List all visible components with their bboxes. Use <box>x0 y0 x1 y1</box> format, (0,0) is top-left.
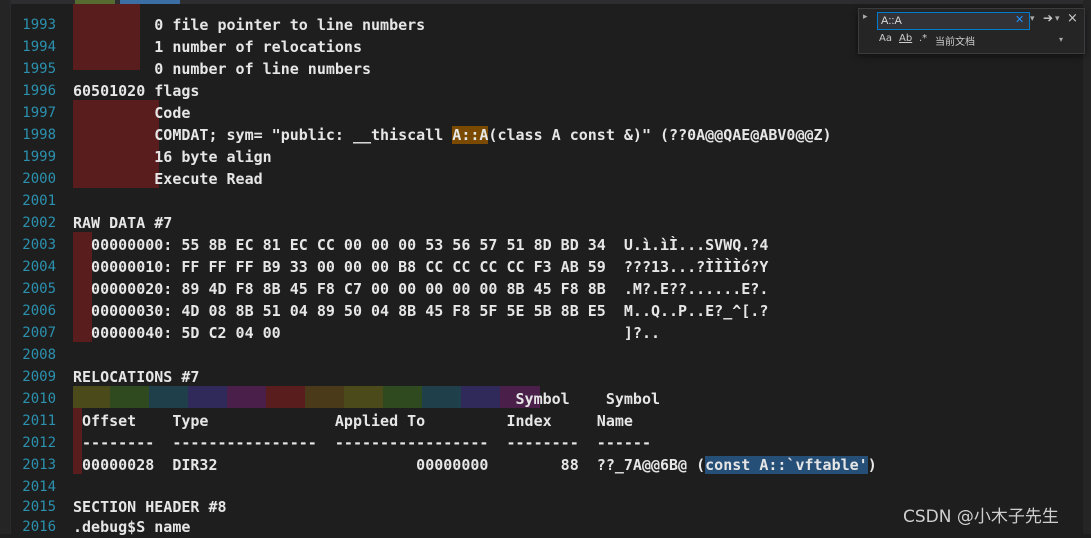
line-number: 2013 <box>22 457 56 473</box>
line-text: Offset Type Applied To Index Name <box>73 412 633 430</box>
line-number: 2001 <box>22 193 56 209</box>
find-next-icon[interactable]: ➔ <box>1043 11 1053 25</box>
line-number: 1998 <box>22 127 56 143</box>
line-number: 2009 <box>22 369 56 385</box>
regex-toggle[interactable]: .* <box>919 33 927 44</box>
line-text-before: 00000028 DIR32 00000000 88 ??_7A@@6B@ ( <box>73 456 706 474</box>
code-line: 2008 <box>0 344 1083 366</box>
code-line: 2014 <box>0 476 1083 498</box>
line-text: 16 byte align <box>73 148 272 166</box>
line-text: Execute Read <box>73 170 263 188</box>
line-text: 1 number of relocations <box>73 38 362 56</box>
line-number: 1996 <box>22 83 56 99</box>
code-line: 2001 <box>0 190 1083 212</box>
code-editor[interactable]: 1993 0 file pointer to line numbers 1994… <box>0 0 1091 536</box>
clear-search-icon[interactable]: ✕ <box>1015 13 1024 26</box>
code-line: 2000 Execute Read <box>0 168 1083 190</box>
code-line: 1998 COMDAT; sym= "public: __thiscall A:… <box>0 124 1083 146</box>
chevron-down-icon[interactable]: ▾ <box>1059 35 1063 44</box>
search-scope-select[interactable]: 当前文档 <box>935 33 975 48</box>
match-case-toggle[interactable]: Aa <box>879 33 892 44</box>
line-text-after: ) <box>867 456 877 474</box>
line-number: 2002 <box>22 215 56 231</box>
line-text: 0 file pointer to line numbers <box>73 16 426 34</box>
line-number: 2012 <box>22 435 56 451</box>
line-number: 1997 <box>22 105 56 121</box>
code-line: 2010 Symbol Symbol <box>0 388 1083 410</box>
line-text-before: COMDAT; sym= "public: __thiscall <box>73 126 453 144</box>
line-text: .debug$S name <box>73 518 191 536</box>
line-text: COMDAT; sym= "public: __thiscall A::A(cl… <box>73 124 832 146</box>
find-options-dropdown-icon[interactable]: ▾ <box>1055 14 1060 24</box>
code-line: 2004 00000010: FF FF FF B9 33 00 00 00 B… <box>0 256 1083 278</box>
code-line: 1997 Code <box>0 102 1083 124</box>
line-text: 00000020: 89 4D F8 8B 45 F8 C7 00 00 00 … <box>73 280 769 298</box>
line-number: 2007 <box>22 325 56 341</box>
code-line: 2003 00000000: 55 8B EC 81 EC CC 00 00 0… <box>0 234 1083 256</box>
line-number: 2006 <box>22 303 56 319</box>
find-match-highlight: A::A <box>452 126 489 144</box>
line-number: 2014 <box>22 479 56 495</box>
line-number: 1993 <box>22 17 56 33</box>
code-line: 1996 60501020 flags <box>0 80 1083 102</box>
watermark: CSDN @小木子先生 <box>903 507 1059 527</box>
line-text: Code <box>73 104 191 122</box>
code-line: 2013 00000028 DIR32 00000000 88 ??_7A@@6… <box>0 454 1083 476</box>
code-line: 2005 00000020: 89 4D F8 8B 45 F8 C7 00 0… <box>0 278 1083 300</box>
code-line: 2009 RELOCATIONS #7 <box>0 366 1083 388</box>
line-text: Symbol Symbol <box>73 390 661 408</box>
search-history-dropdown-icon[interactable]: ▾ <box>1030 14 1035 24</box>
expand-replace-icon[interactable]: ▸ <box>863 12 868 22</box>
code-line: 1995 0 number of line numbers <box>0 58 1083 80</box>
code-line: 2007 00000040: 5D C2 04 00 ]?.. <box>0 322 1083 344</box>
line-text: 00000010: FF FF FF B9 33 00 00 00 B8 CC … <box>73 258 769 276</box>
line-number: 2016 <box>22 519 56 535</box>
line-number: 2011 <box>22 413 56 429</box>
line-number: 2003 <box>22 237 56 253</box>
line-number: 2015 <box>22 499 56 515</box>
line-text: 00000028 DIR32 00000000 88 ??_7A@@6B@ (c… <box>73 454 877 476</box>
line-text: RELOCATIONS #7 <box>73 368 200 386</box>
line-text: 00000000: 55 8B EC 81 EC CC 00 00 00 53 … <box>73 236 769 254</box>
text-selection: const A::`vftable' <box>705 456 868 474</box>
line-text: 60501020 flags <box>73 82 200 100</box>
close-icon[interactable]: × <box>1067 11 1078 26</box>
line-text: SECTION HEADER #8 <box>73 498 227 516</box>
line-text: -------- ---------------- --------------… <box>73 434 651 452</box>
code-line: 2002 RAW DATA #7 <box>0 212 1083 234</box>
line-number: 1999 <box>22 149 56 165</box>
code-line: 1999 16 byte align <box>0 146 1083 168</box>
line-number: 2008 <box>22 347 56 363</box>
find-input[interactable]: A::A <box>877 12 1030 30</box>
line-text: RAW DATA #7 <box>73 214 173 232</box>
line-text: 0 number of line numbers <box>73 60 372 78</box>
line-number: 1995 <box>22 61 56 77</box>
line-text: 00000030: 4D 08 8B 51 04 89 50 04 8B 45 … <box>73 302 769 320</box>
whole-word-toggle[interactable]: Ab <box>899 33 912 44</box>
line-number: 2000 <box>22 171 56 187</box>
line-number: 2004 <box>22 259 56 275</box>
code-line: 2011 Offset Type Applied To Index Name <box>0 410 1083 432</box>
find-widget: ▸ A::A ✕ ▾ ➔ ▾ × Aa Ab .* 当前文档 ▾ <box>858 8 1085 54</box>
line-number: 2010 <box>22 391 56 407</box>
line-number: 2005 <box>22 281 56 297</box>
code-line: 2006 00000030: 4D 08 8B 51 04 89 50 04 8… <box>0 300 1083 322</box>
line-number: 1994 <box>22 39 56 55</box>
line-text-after: (class A const &)" (??0A@@QAE@ABV0@@Z) <box>488 126 832 144</box>
line-text: 00000040: 5D C2 04 00 ]?.. <box>73 324 660 342</box>
code-line: 2012 -------- ---------------- ---------… <box>0 432 1083 454</box>
